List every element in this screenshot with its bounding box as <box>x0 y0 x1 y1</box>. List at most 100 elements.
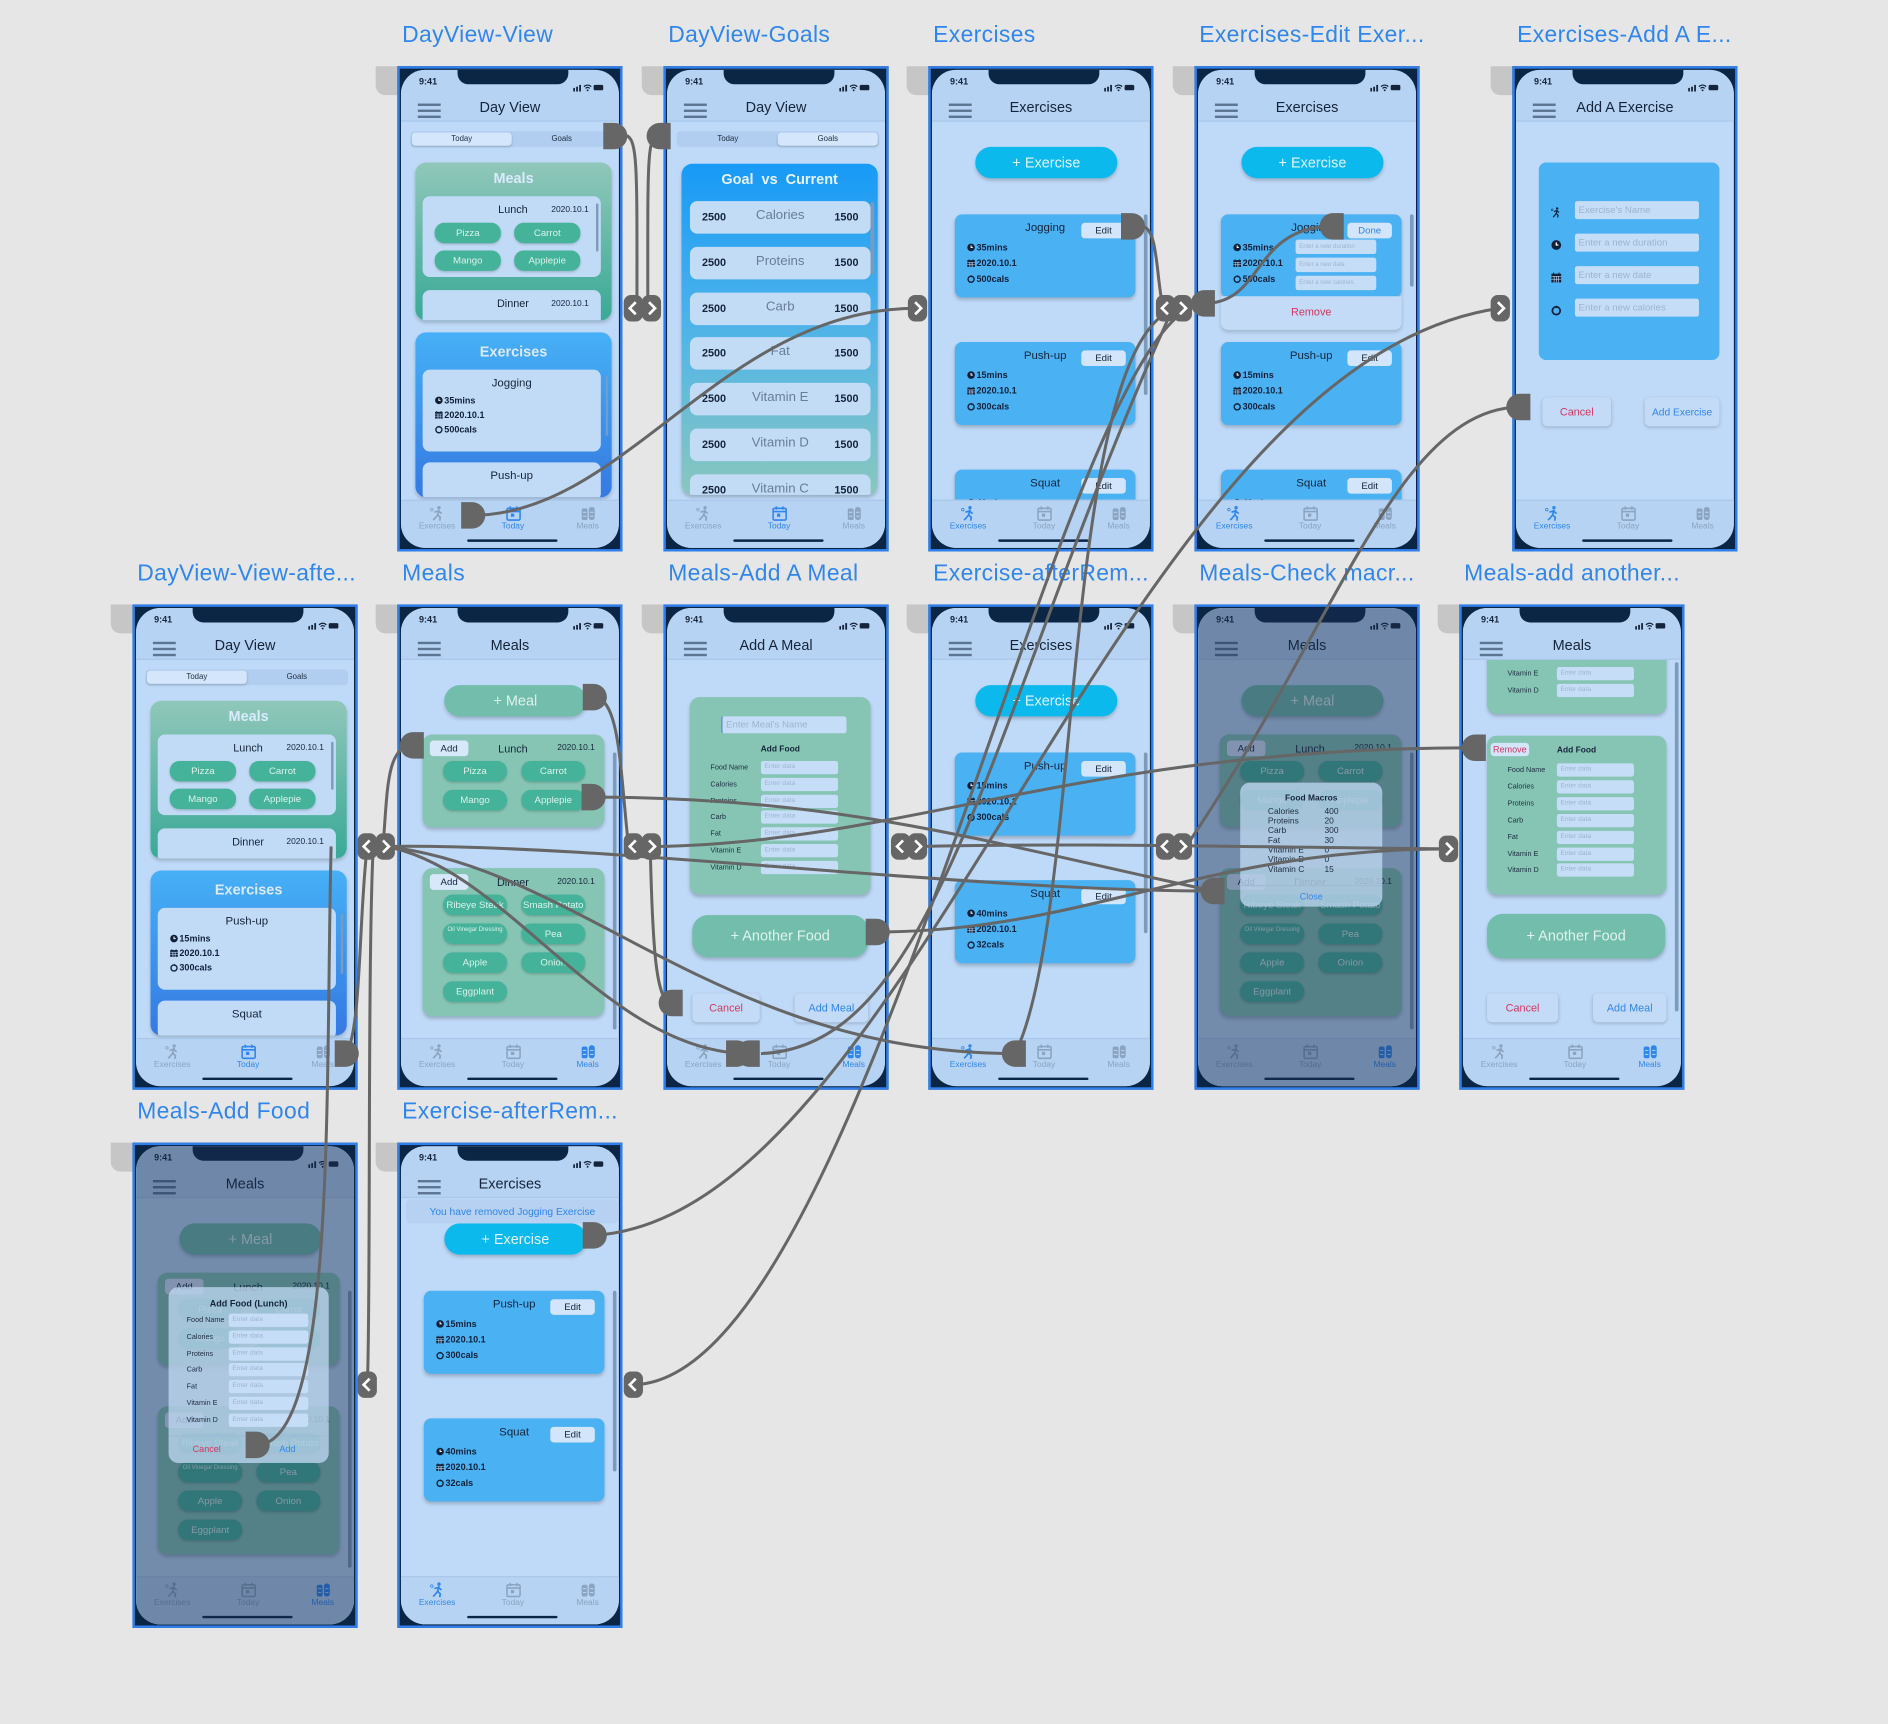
link-target-arrow-right-icon[interactable] <box>641 294 662 322</box>
field-input[interactable]: Enter data <box>228 1396 309 1410</box>
phone-artboard[interactable]: 9:41 Meals Exercises Today Meals Vitamin E Ent… <box>1459 604 1685 1090</box>
tab-meals[interactable]: Meals <box>293 1044 353 1078</box>
tab-exercises[interactable]: Exercises <box>142 1044 202 1078</box>
tab-meals[interactable]: Meals <box>1672 506 1732 540</box>
field-input[interactable]: Enter data <box>1556 763 1634 777</box>
phone-artboard[interactable]: 9:41 Add A Meal Exercises Today Meals Enter M… <box>663 604 889 1090</box>
phone-artboard[interactable]: 9:41 Add A Exercise Exercises Today Meals Exe… <box>1512 66 1738 552</box>
tab-today[interactable]: Today <box>1280 506 1340 540</box>
phone-artboard[interactable]: 9:41MealsExercisesTodayMeals+ MealAddLun… <box>132 1142 358 1628</box>
done-button[interactable]: Done <box>1347 222 1392 239</box>
scrollbar[interactable] <box>605 375 609 436</box>
artboard-title[interactable]: DayView-View <box>402 23 553 49</box>
edit-button[interactable]: Edit <box>1081 888 1126 905</box>
link-target-arrow-left-icon[interactable] <box>623 294 643 322</box>
artboard-title[interactable]: Meals-add another... <box>1464 561 1680 587</box>
lunch-card[interactable]: Lunch 2020.10.1 Pizza Carrot Mango Applepie <box>157 734 336 816</box>
exercise-card[interactable]: Jogging Done Enter a new duration Enter a n… <box>1220 214 1402 298</box>
artboard-title[interactable]: Meals-Check macr... <box>1199 561 1414 587</box>
cancel-button[interactable]: Cancel <box>692 993 760 1023</box>
tab-exercises[interactable]: Exercises <box>1204 505 1264 540</box>
link-target-arrow-right-icon[interactable] <box>907 833 928 860</box>
field-input[interactable]: Enter data <box>228 1313 309 1327</box>
scrollbar[interactable] <box>331 741 334 790</box>
link-target-arrow-right-icon[interactable] <box>641 833 662 860</box>
link-target-arrow-left-icon[interactable] <box>1155 294 1176 322</box>
phone-artboard[interactable]: 9:41 Exercises Exercises Today Meals + Exerci… <box>1194 66 1420 552</box>
link-target-arrow-left-icon[interactable] <box>891 833 911 860</box>
exercise-form-field[interactable]: Enter a new duration <box>1574 233 1699 252</box>
tab-exercises[interactable]: Exercises <box>673 1044 733 1078</box>
field-input[interactable]: Enter data <box>1556 847 1634 861</box>
link-target-arrow-right-icon[interactable] <box>1490 294 1510 322</box>
edit-button[interactable]: Edit <box>1081 350 1126 367</box>
exercise-card[interactable]: Push-up Edit 15mins 2020.10.1 300cals <box>954 752 1136 836</box>
tab-today[interactable]: Today <box>483 1582 543 1616</box>
field-input[interactable]: Enter data <box>1556 780 1634 794</box>
scrollbar[interactable] <box>596 203 599 252</box>
tab-today[interactable]: Today <box>483 506 543 540</box>
segment-today[interactable]: Today <box>146 670 247 684</box>
next-exercise-item[interactable]: Push-up <box>422 462 601 498</box>
segment-goals[interactable]: Goals <box>512 132 612 145</box>
edit-button[interactable]: Edit <box>1347 350 1392 367</box>
exercise-card[interactable]: SquatEdit40mins2020.10.132cals <box>423 1418 605 1502</box>
field-input[interactable]: Enter data <box>1556 830 1634 844</box>
field-input[interactable]: Enter data <box>760 827 839 841</box>
tab-today[interactable]: Today <box>1014 1044 1074 1078</box>
prototype-link[interactable] <box>622 133 639 309</box>
food-chip[interactable]: Applepie <box>521 789 586 811</box>
edit-button[interactable]: Edit <box>1081 760 1126 777</box>
link-target-arrow-left-icon[interactable] <box>357 833 377 860</box>
edit-button[interactable]: Edit <box>550 1299 595 1315</box>
tab-today[interactable]: Today <box>1014 506 1074 540</box>
remove-button[interactable]: Remove <box>1490 742 1530 757</box>
tab-meals[interactable]: Meals <box>824 1044 884 1078</box>
artboard-title[interactable]: Meals <box>402 561 465 587</box>
food-chip[interactable]: Pizza <box>434 222 501 244</box>
food-chip[interactable]: Carrot <box>514 222 581 244</box>
add-button[interactable]: Add <box>279 1444 295 1455</box>
tab-meals[interactable]: Meals <box>824 506 884 540</box>
cancel-button[interactable]: Cancel <box>1487 993 1559 1023</box>
tab-meals[interactable]: Meals <box>557 1044 617 1078</box>
artboard-title[interactable]: DayView-Goals <box>668 23 830 49</box>
field-input[interactable]: Enter data <box>760 777 839 791</box>
segment-goals[interactable]: Goals <box>777 132 878 146</box>
exercise-card[interactable]: Push-up Edit 15mins 2020.10.1 300cals <box>423 1290 605 1374</box>
food-chip[interactable]: Applepie <box>514 250 581 271</box>
artboard-title[interactable]: Meals-Add Food <box>137 1099 310 1125</box>
add-exercise-button[interactable]: + Exercise <box>975 146 1118 179</box>
artboard-title[interactable]: DayView-View-afte... <box>137 561 356 587</box>
exercise-card[interactable]: Jogging Edit 35mins 2020.10.1 500cals <box>954 214 1136 298</box>
tab-meals[interactable]: Meals <box>1088 506 1148 540</box>
link-target-arrow-right-icon[interactable] <box>907 294 928 322</box>
tab-meals[interactable]: Meals <box>557 506 617 540</box>
add-exercise-button[interactable]: + Exercise <box>444 1223 587 1255</box>
food-chip[interactable]: Ribeye Steak <box>443 894 507 916</box>
phone-artboard[interactable]: 9:41 Day View Exercises Today Meals Today Goal… <box>397 66 623 552</box>
scrollbar[interactable] <box>1674 662 1679 1012</box>
food-chip[interactable]: Mango <box>169 788 236 810</box>
phone-artboard[interactable]: 9:41 Exercises Exercises Today Meals + Exerci… <box>928 604 1154 1090</box>
segment-today[interactable]: Today <box>678 132 778 145</box>
add-exercise-button[interactable]: Add Exercise <box>1644 397 1720 427</box>
exercise-card[interactable]: Push-up Edit 15mins 2020.10.1 300cals <box>954 341 1136 426</box>
field-input[interactable]: Enter data <box>228 1413 309 1427</box>
tab-meals[interactable]: Meals <box>1619 1044 1679 1078</box>
tab-exercises[interactable]: Exercises <box>407 1582 467 1616</box>
tab-exercises[interactable]: Exercises <box>938 505 998 540</box>
field-input[interactable]: Enter data <box>228 1380 309 1394</box>
tab-today[interactable]: Today <box>218 1044 278 1078</box>
scrollbar[interactable] <box>1143 214 1148 395</box>
link-target-arrow-right-icon[interactable] <box>1438 835 1459 863</box>
food-chip[interactable]: Onion <box>521 952 586 973</box>
remove-row[interactable]: Remove <box>1220 296 1402 330</box>
segment-today[interactable]: Today <box>411 132 512 146</box>
food-chip[interactable]: Applepie <box>249 788 316 810</box>
artboard-title[interactable]: Exercise-afterRem... <box>402 1099 618 1125</box>
field-input[interactable]: Enter data <box>760 860 839 874</box>
link-target-arrow-left-icon[interactable] <box>357 1371 377 1398</box>
exercise-form-field[interactable]: Enter a new date <box>1574 266 1699 285</box>
food-chip[interactable]: Mango <box>443 789 507 811</box>
